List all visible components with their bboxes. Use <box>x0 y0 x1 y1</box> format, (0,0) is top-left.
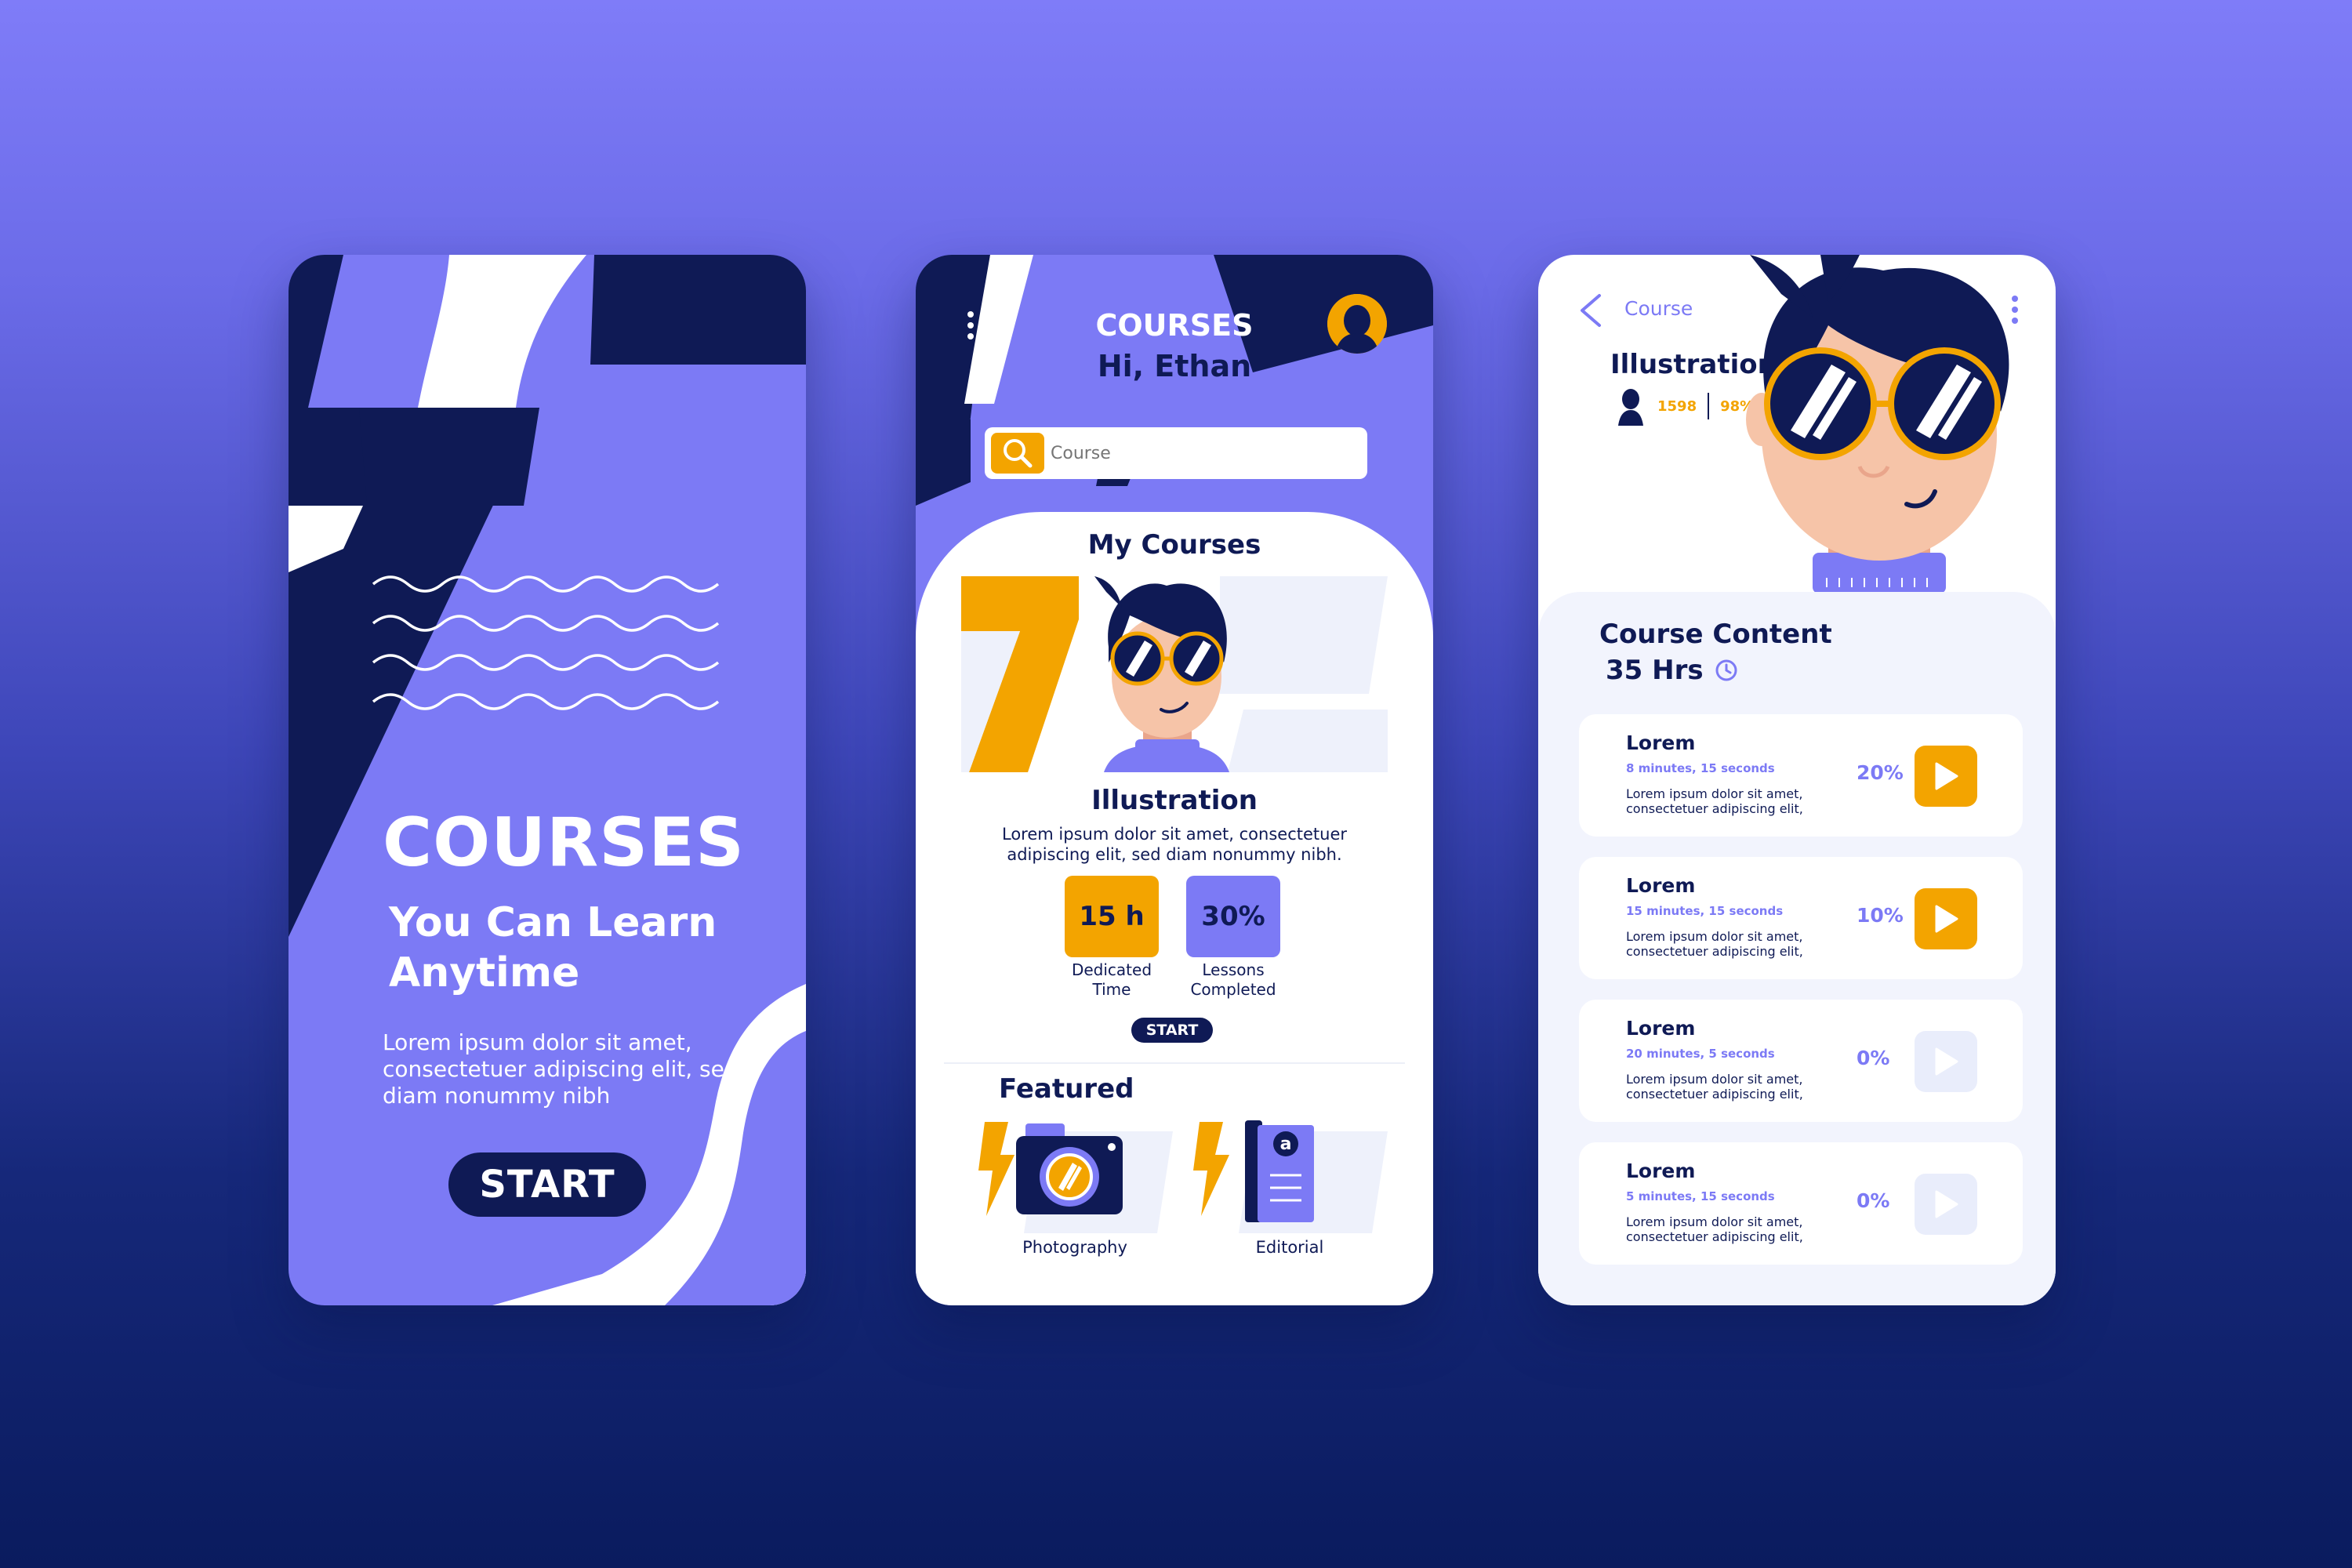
play-icon <box>1935 1190 1958 1218</box>
course-title: Illustration <box>1091 785 1258 816</box>
lesson-duration: 20 minutes, 5 seconds <box>1626 1047 1775 1061</box>
play-icon <box>1935 762 1958 790</box>
lesson-description: Lorem ipsum dolor sit amet, consectetuer… <box>1626 929 1803 959</box>
lesson-progress: 0% <box>1857 1189 1890 1212</box>
clock-icon <box>1715 659 1737 681</box>
lesson-title: Lorem <box>1626 1160 1696 1182</box>
course-detail-screen: Course Illustration 1598 98% Course Cont… <box>1538 255 2056 1305</box>
onboarding-background-shapes <box>289 255 806 1305</box>
breadcrumb[interactable]: Course <box>1624 297 1693 320</box>
play-icon <box>1935 905 1958 933</box>
lesson-progress: 0% <box>1857 1047 1890 1069</box>
lesson-description: Lorem ipsum dolor sit amet, consectetuer… <box>1626 786 1803 816</box>
lesson-duration: 15 minutes, 15 seconds <box>1626 904 1784 918</box>
lesson-card[interactable]: Lorem 8 minutes, 15 seconds Lorem ipsum … <box>1579 714 2023 837</box>
course-start-button[interactable]: START <box>1131 1018 1213 1043</box>
total-hours-value: 35 Hrs <box>1606 655 1704 686</box>
stat-dedicated-time-value: 15 h <box>1065 876 1159 957</box>
lesson-duration: 5 minutes, 15 seconds <box>1626 1189 1775 1203</box>
stat-separator <box>1708 393 1710 419</box>
start-button[interactable]: START <box>448 1152 646 1217</box>
onboarding-subtitle: You Can Learn Anytime <box>389 899 717 996</box>
course-content-heading: Course Content <box>1599 619 1832 650</box>
search-input[interactable] <box>1051 443 1348 463</box>
lesson-title: Lorem <box>1626 1017 1696 1040</box>
greeting-text: Hi, Ethan <box>1097 349 1252 383</box>
views-count: 1598 <box>1657 397 1697 415</box>
lesson-duration: 8 minutes, 15 seconds <box>1626 761 1775 775</box>
featured-editorial-label[interactable]: Editorial <box>1192 1238 1388 1257</box>
featured-photography-label[interactable]: Photography <box>977 1238 1173 1257</box>
play-button[interactable] <box>1915 1174 1977 1235</box>
course-stats: 1598 98% <box>1615 387 1754 426</box>
stat-lessons-completed-value: 30% <box>1186 876 1280 957</box>
lesson-card[interactable]: Lorem 15 minutes, 15 seconds Lorem ipsum… <box>1579 857 2023 979</box>
book-icon[interactable]: a <box>1192 1116 1388 1233</box>
play-button[interactable] <box>1915 888 1977 949</box>
play-button[interactable] <box>1915 746 1977 807</box>
svg-text:a: a <box>1280 1134 1292 1154</box>
play-icon <box>1935 1047 1958 1076</box>
divider <box>944 1062 1405 1064</box>
onboarding-screen: COURSES You Can Learn Anytime Lorem ipsu… <box>289 255 806 1305</box>
featured-heading: Featured <box>999 1073 1134 1105</box>
lesson-title: Lorem <box>1626 874 1696 897</box>
total-hours: 35 Hrs <box>1606 655 1738 686</box>
home-screen: COURSES Hi, Ethan My Courses <box>916 255 1433 1305</box>
lesson-description: Lorem ipsum dolor sit amet, consectetuer… <box>1626 1072 1803 1102</box>
instructor-illustration <box>1746 255 2009 600</box>
chevron-left-icon[interactable] <box>1576 292 1607 328</box>
lesson-progress: 20% <box>1857 761 1904 784</box>
user-avatar-icon[interactable] <box>1327 294 1387 354</box>
user-silhouette-icon <box>1618 389 1643 426</box>
onboarding-description: Lorem ipsum dolor sit amet, consectetuer… <box>383 1029 739 1109</box>
course-description: Lorem ipsum dolor sit amet, consectetuer… <box>1002 825 1347 864</box>
camera-icon[interactable] <box>977 1116 1173 1233</box>
lesson-progress: 10% <box>1857 904 1904 927</box>
lesson-title: Lorem <box>1626 731 1696 754</box>
play-button[interactable] <box>1915 1031 1977 1092</box>
stat-lessons-completed-label: Lessons Completed <box>1190 960 1276 999</box>
lesson-card[interactable]: Lorem 20 minutes, 5 seconds Lorem ipsum … <box>1579 1000 2023 1122</box>
search-bar[interactable] <box>985 427 1367 479</box>
search-icon[interactable] <box>991 433 1044 474</box>
my-courses-heading: My Courses <box>1087 529 1261 561</box>
onboarding-title: COURSES <box>383 804 745 882</box>
course-illustration-image <box>961 576 1388 772</box>
stat-dedicated-time-label: Dedicated Time <box>1071 960 1152 999</box>
lesson-card[interactable]: Lorem 5 minutes, 15 seconds Lorem ipsum … <box>1579 1142 2023 1265</box>
lesson-description: Lorem ipsum dolor sit amet, consectetuer… <box>1626 1214 1803 1244</box>
